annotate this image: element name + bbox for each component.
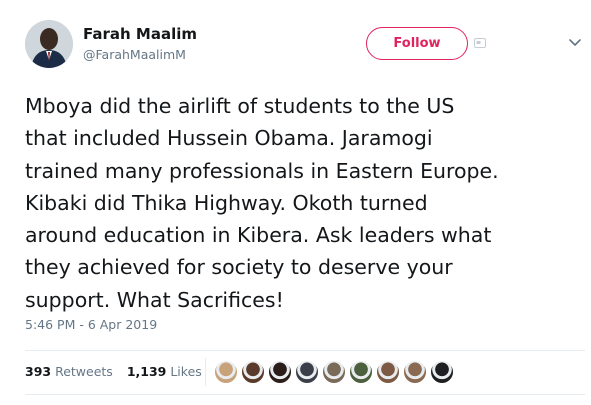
- liker-avatar[interactable]: [322, 360, 346, 384]
- profile-photo: [25, 20, 73, 68]
- tweet-text: Mboya did the airlift of students to the…: [25, 94, 499, 312]
- liker-avatar[interactable]: [214, 360, 238, 384]
- retweets-count: 393: [25, 364, 52, 379]
- liker-avatar[interactable]: [241, 360, 265, 384]
- card-icon[interactable]: [474, 37, 486, 49]
- user-name[interactable]: Farah Maalim: [83, 25, 197, 43]
- likes-stat[interactable]: 1,139 Likes: [127, 364, 202, 379]
- stats-separator: [205, 358, 206, 386]
- liker-avatar[interactable]: [430, 360, 454, 384]
- likes-count: 1,139: [126, 364, 167, 379]
- follow-button[interactable]: Follow: [366, 27, 468, 60]
- liker-avatar[interactable]: [403, 360, 427, 384]
- retweets-stat[interactable]: 393 Retweets: [25, 364, 113, 379]
- avatar[interactable]: [25, 20, 73, 68]
- liker-avatar[interactable]: [349, 360, 373, 384]
- retweets-label: Retweets: [55, 364, 113, 379]
- liker-avatar[interactable]: [376, 360, 400, 384]
- tweet-stats: 393 Retweets 1,139 Likes: [25, 364, 202, 379]
- tweet-timestamp[interactable]: 5:46 PM - 6 Apr 2019: [25, 317, 157, 332]
- likes-label: Likes: [170, 364, 202, 379]
- user-handle[interactable]: @FarahMaalimM: [83, 47, 186, 62]
- divider: [25, 394, 585, 395]
- divider: [25, 350, 585, 351]
- chevron-down-icon[interactable]: [568, 38, 582, 48]
- liker-avatar[interactable]: [268, 360, 292, 384]
- liker-avatar[interactable]: [295, 360, 319, 384]
- liker-avatars: [214, 360, 457, 384]
